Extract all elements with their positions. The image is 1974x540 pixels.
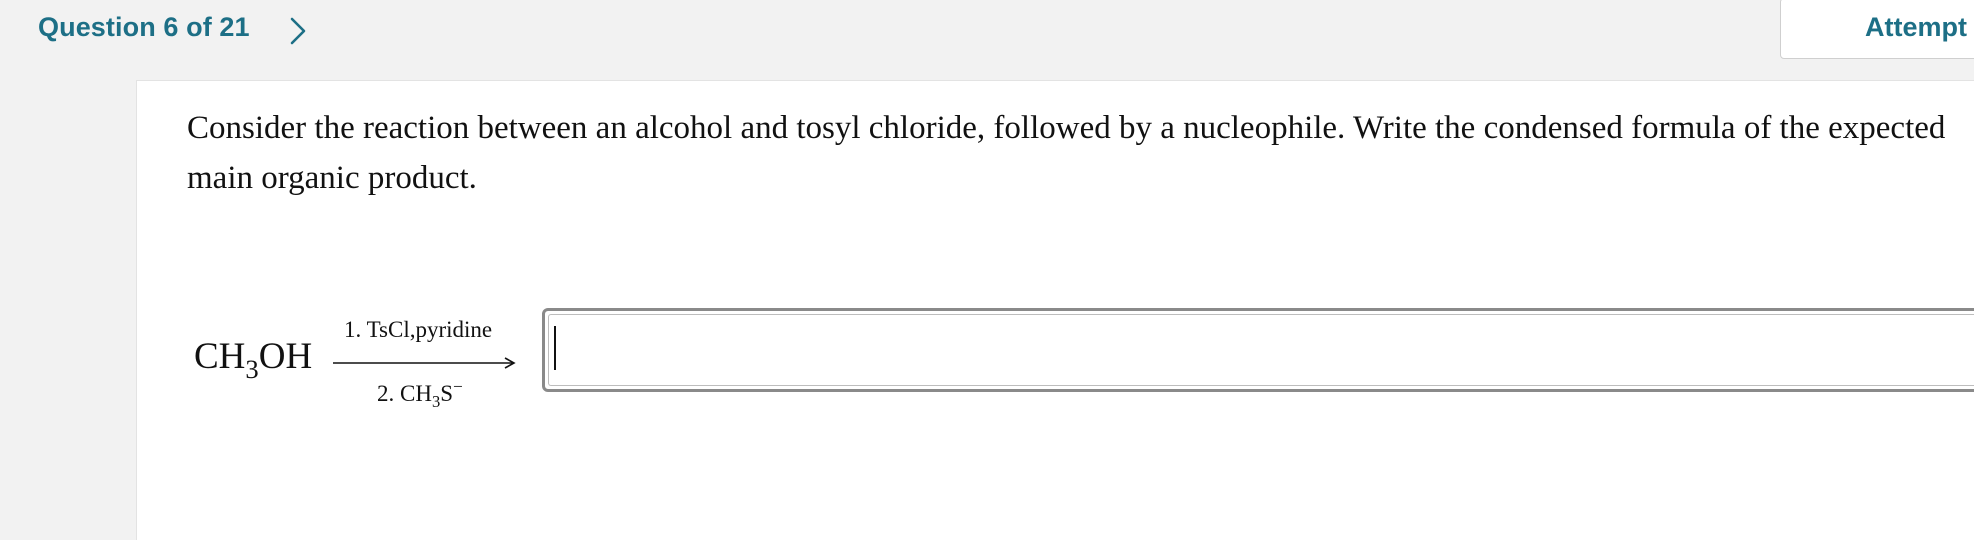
chevron-right-icon — [288, 16, 308, 46]
answer-input[interactable] — [542, 308, 1974, 392]
reactant-suffix: OH — [258, 336, 313, 377]
reaction-condition-1: 1. TsCl,pyridine — [344, 317, 493, 342]
condition-2-subscript: 3 — [431, 392, 441, 412]
text-caret — [554, 326, 556, 370]
question-prompt: Consider the reaction between an alcohol… — [187, 110, 1946, 196]
reactant-subscript: 3 — [245, 354, 259, 385]
question-counter: Question 6 of 21 — [38, 12, 250, 42]
reaction-arrow — [333, 356, 519, 375]
attempt-label: Attempt — [1865, 12, 1967, 42]
top-bar: Question 6 of 21 Attempt — [0, 0, 1974, 62]
condition-2-suffix: S — [440, 381, 454, 406]
question-card: Consider the reaction between an alcohol… — [136, 80, 1974, 540]
reactant-prefix: CH — [194, 336, 246, 377]
reaction-condition-2: 2. CH3S− — [377, 377, 463, 410]
condition-2-prefix: 2. CH — [377, 381, 432, 406]
attempt-panel: Attempt — [1780, 0, 1974, 59]
reactant-formula: CH3OH — [194, 335, 313, 382]
next-question-button[interactable] — [284, 14, 312, 48]
condition-2-charge: − — [453, 376, 463, 396]
